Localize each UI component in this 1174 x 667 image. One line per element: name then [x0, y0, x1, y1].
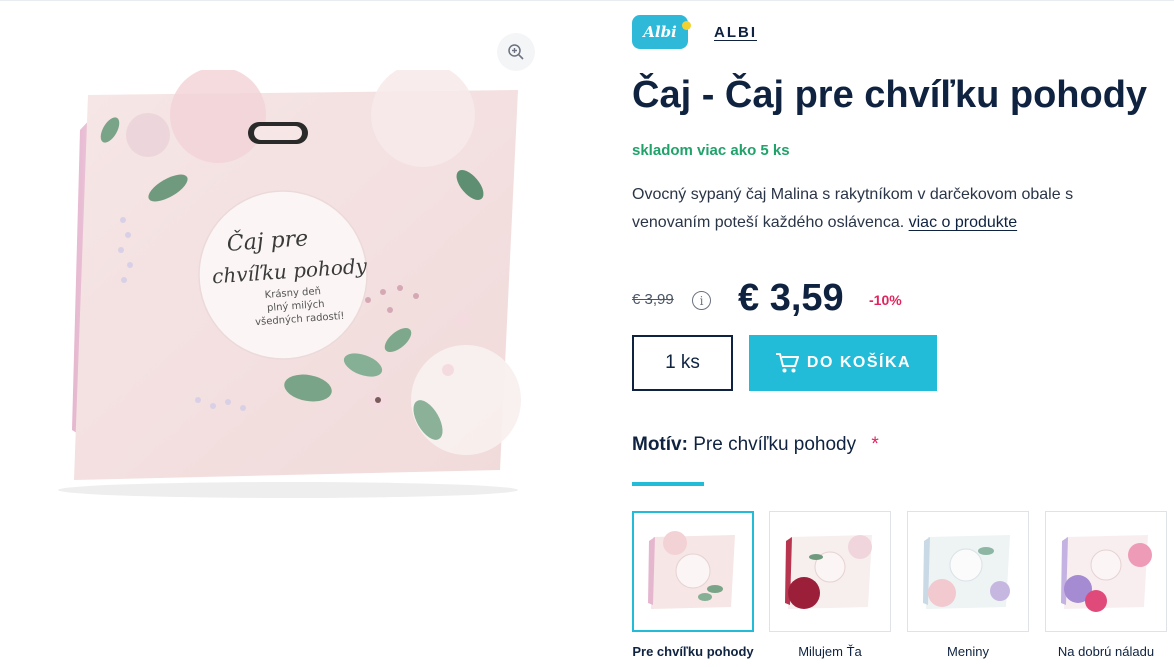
variant-option-meniny[interactable]: Meniny [907, 511, 1029, 659]
quantity-value: 1 ks [665, 352, 700, 373]
cart-icon [775, 353, 799, 373]
zoom-button[interactable] [497, 33, 535, 71]
variant-option-pre-chvilku-pohody[interactable]: Pre chvíľku pohody [632, 511, 754, 659]
product-gallery: Čaj pre chvíľku pohody Krásny deň plný m… [0, 0, 600, 667]
motif-value: Pre chvíľku pohody [693, 434, 857, 455]
variant-thumb-image [1061, 534, 1152, 612]
zoom-in-icon [508, 44, 524, 60]
variant-thumb [632, 511, 754, 632]
brand-logo[interactable]: Albi [632, 15, 691, 49]
product-image[interactable]: Čaj pre chvíľku pohody Krásny deň plný m… [18, 70, 558, 510]
product-description: Ovocný sypaný čaj Malina s rakytníkom v … [632, 181, 1152, 237]
add-to-cart-label: DO KOŠÍKA [806, 354, 912, 371]
brand-logo-text: Albi [643, 23, 677, 41]
required-mark: * [871, 434, 879, 455]
more-about-product-link[interactable]: viac o produkte [909, 214, 1018, 231]
motif-accent-bar [632, 482, 704, 486]
price-row: € 3,99 i € 3,59 -10% [632, 277, 1172, 321]
variant-label: Na dobrú náladu [1057, 644, 1155, 659]
info-icon[interactable]: i [692, 291, 711, 310]
variant-label: Pre chvíľku pohody [632, 644, 754, 659]
current-price: € 3,59 [738, 277, 844, 319]
old-price: € 3,99 [632, 291, 674, 308]
variant-option-na-dobru-naladu[interactable]: Na dobrú náladu [1045, 511, 1167, 659]
brand-logo-dot [682, 21, 691, 30]
variant-thumb [769, 511, 891, 632]
variant-thumb-image [648, 530, 735, 609]
variant-thumb [907, 511, 1029, 632]
variant-thumb-image [923, 534, 1010, 609]
brand-link[interactable]: ALBI [714, 24, 757, 41]
variant-label: Meniny [947, 644, 989, 659]
stock-status: skladom viac ako 5 ks [632, 142, 790, 159]
add-to-cart-button[interactable]: DO KOŠÍKA [749, 335, 937, 391]
variant-thumb [1045, 511, 1167, 632]
motif-label: Motív: [632, 434, 688, 455]
motif-selector-label: Motív: Pre chvíľku pohody * [632, 434, 879, 456]
variant-label: Milujem Ťa [798, 644, 862, 659]
product-title: Čaj - Čaj pre chvíľku pohody [632, 74, 1148, 116]
discount-badge: -10% [869, 292, 902, 308]
variant-thumb-image [785, 534, 872, 609]
variant-option-milujem-ta[interactable]: Milujem Ťa [769, 511, 891, 659]
brand-row: Albi ALBI [632, 15, 757, 49]
quantity-field[interactable]: 1 ks [632, 335, 733, 391]
